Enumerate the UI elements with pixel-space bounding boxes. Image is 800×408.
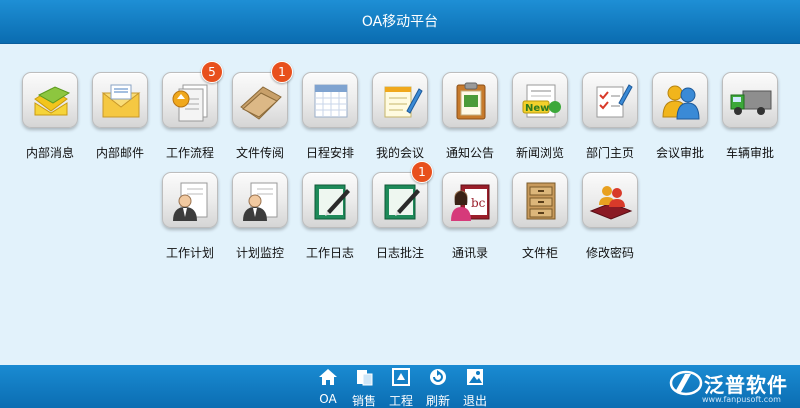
app-tile[interactable]	[162, 172, 218, 228]
users-icon	[662, 85, 700, 120]
brand-logo: 泛普软件 www.fanpusoft.com	[664, 365, 800, 408]
app-tile[interactable]	[582, 72, 638, 128]
folder-icon	[240, 86, 282, 120]
app-tile[interactable]	[22, 72, 78, 128]
notepad-pencil-icon	[384, 86, 423, 118]
person-document-icon	[243, 182, 278, 221]
nav-refresh[interactable]: 刷新	[423, 367, 453, 408]
app-vehicle-approval[interactable]: 车辆审批	[715, 72, 785, 164]
nav-oa[interactable]: OA	[313, 367, 343, 407]
app-internal-mail[interactable]: 内部邮件	[85, 72, 155, 164]
app-file-cabinet[interactable]: 文件柜	[505, 172, 575, 264]
checklist-icon	[596, 84, 633, 118]
app-my-meetings[interactable]: 我的会议	[365, 72, 435, 164]
app-tile[interactable]	[652, 72, 708, 128]
sales-icon	[357, 370, 373, 386]
app-tile[interactable]	[372, 72, 428, 128]
engineering-icon	[392, 368, 410, 386]
address-book-icon: bc	[451, 184, 490, 221]
truck-icon	[730, 90, 772, 115]
home-icon	[319, 369, 337, 385]
app-tile[interactable]	[442, 72, 498, 128]
app-tile[interactable]	[582, 172, 638, 228]
app-label: 车辆审批	[725, 146, 774, 160]
app-tile[interactable]	[92, 72, 148, 128]
notification-badge: 1	[411, 161, 433, 183]
app-change-password[interactable]: 修改密码	[575, 172, 645, 264]
svg-text:New: New	[525, 103, 549, 114]
green-book-pen-icon	[314, 184, 350, 220]
bottom-bar: OA 销售 工程 刷新 退出 泛普软件 www.fanpusoft.com	[0, 365, 800, 408]
app-tile[interactable]	[232, 172, 288, 228]
notification-badge: 1	[271, 61, 293, 83]
app-notice[interactable]: 通知公告	[435, 72, 505, 164]
app-internal-message[interactable]: 内部消息	[15, 72, 85, 164]
nav-label: 刷新	[425, 394, 450, 408]
nav-exit[interactable]: 退出	[460, 367, 490, 408]
envelope-stack-icon	[34, 86, 71, 116]
app-file-circulation[interactable]: 1 文件传阅	[225, 61, 295, 164]
green-book-pen-icon	[384, 184, 420, 220]
nav-sales[interactable]: 销售	[349, 367, 379, 408]
clipboard-icon	[456, 82, 486, 120]
app-label: 修改密码	[585, 246, 634, 260]
mail-icon	[101, 84, 141, 118]
fanpu-logo-icon	[669, 370, 703, 396]
newspaper-icon: New	[522, 84, 561, 118]
app-tile[interactable]	[512, 172, 568, 228]
calendar-icon	[314, 84, 348, 118]
person-document-icon	[173, 182, 208, 221]
app-schedule[interactable]: 日程安排	[295, 72, 365, 164]
password-users-icon	[589, 186, 633, 220]
exit-icon	[467, 369, 483, 385]
app-work-plan[interactable]: 工作计划	[155, 172, 225, 264]
app-log-annotation[interactable]: 1 日志批注	[365, 161, 435, 264]
brand-url: www.fanpusoft.com	[702, 395, 781, 404]
app-grid: 内部消息 内部邮件 5 工作流程 1 文件传阅 日程安排 我的会议 通知公告 N…	[0, 0, 800, 360]
app-address-book[interactable]: bc 通讯录	[435, 172, 505, 264]
app-tile[interactable]: New	[512, 72, 568, 128]
app-meeting-approval[interactable]: 会议审批	[645, 72, 715, 164]
app-workflow[interactable]: 5 工作流程	[155, 61, 225, 164]
notification-badge: 5	[201, 61, 223, 83]
app-plan-monitor[interactable]: 计划监控	[225, 172, 295, 264]
nav-label: 工程	[388, 394, 413, 408]
app-tile[interactable]	[722, 72, 778, 128]
app-tile[interactable]	[302, 72, 358, 128]
app-tile[interactable]: bc	[442, 172, 498, 228]
nav-label: 退出	[462, 394, 487, 408]
app-news[interactable]: New 新闻浏览	[505, 72, 575, 164]
app-tile[interactable]	[302, 172, 358, 228]
cabinet-icon	[526, 182, 556, 220]
svg-text:bc: bc	[471, 196, 486, 210]
refresh-icon	[430, 369, 446, 385]
nav-engineering[interactable]: 工程	[386, 367, 416, 408]
brand-name: 泛普软件	[704, 373, 788, 397]
document-arrow-icon	[172, 84, 208, 122]
app-department-home[interactable]: 部门主页	[575, 72, 645, 164]
nav-label: 销售	[351, 394, 376, 408]
app-work-log[interactable]: 工作日志	[295, 172, 365, 264]
